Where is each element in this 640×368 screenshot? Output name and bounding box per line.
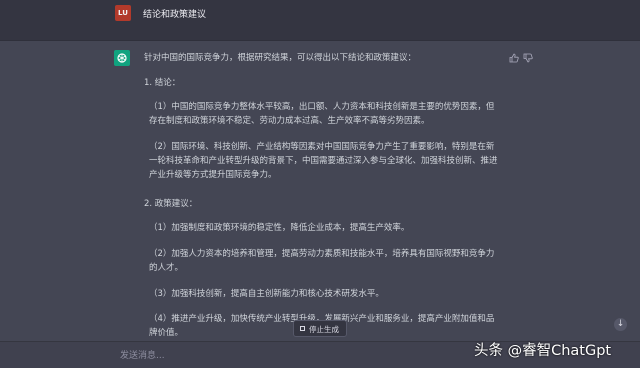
section-heading-policy: 2. 政策建议： [144,199,198,209]
stop-generating-label: 停止生成 [309,325,339,334]
conclusion-item: （2）国际环境、科技创新、产业结构等因素对中国国际竞争力产生了重要影响，特别是在… [149,142,498,180]
chatgpt-logo-icon [114,50,130,66]
watermark: 头条 @睿智ChatGpt [474,343,612,359]
conclusion-item: （1）中国的国际竞争力整体水平较高，出口额、人力资本和科技创新是主要的优势因素，… [149,102,495,126]
assistant-intro: 针对中国的国际竞争力，根据研究结果，可以得出以下结论和政策建议： [144,53,417,63]
arrow-down-icon[interactable]: ↓ [614,318,627,331]
stop-icon [300,326,305,331]
section-heading-conclusions: 1. 结论： [144,78,181,88]
policy-item: （1）加强制度和政策环境的稳定性，降低企业成本，提高生产效率。 [149,223,410,233]
thumbs-up-icon[interactable] [509,53,519,63]
thumbs-down-icon[interactable] [523,53,533,63]
message-input[interactable] [118,345,502,367]
stop-generating-button[interactable]: 停止生成 [293,320,347,337]
user-message-text: 结论和政策建议 [143,10,207,20]
policy-item: （3）加强科技创新，提高自主创新能力和核心技术研发水平。 [149,289,384,299]
assistant-message-row: 针对中国的国际竞争力，根据研究结果，可以得出以下结论和政策建议： 1. 结论： … [0,41,640,341]
user-avatar: LU [115,5,131,21]
user-message-row: LU 结论和政策建议 [0,0,640,41]
policy-item: （2）加强人力资本的培养和管理，提高劳动力素质和技能水平，培养具有国际视野和竞争… [149,249,495,273]
